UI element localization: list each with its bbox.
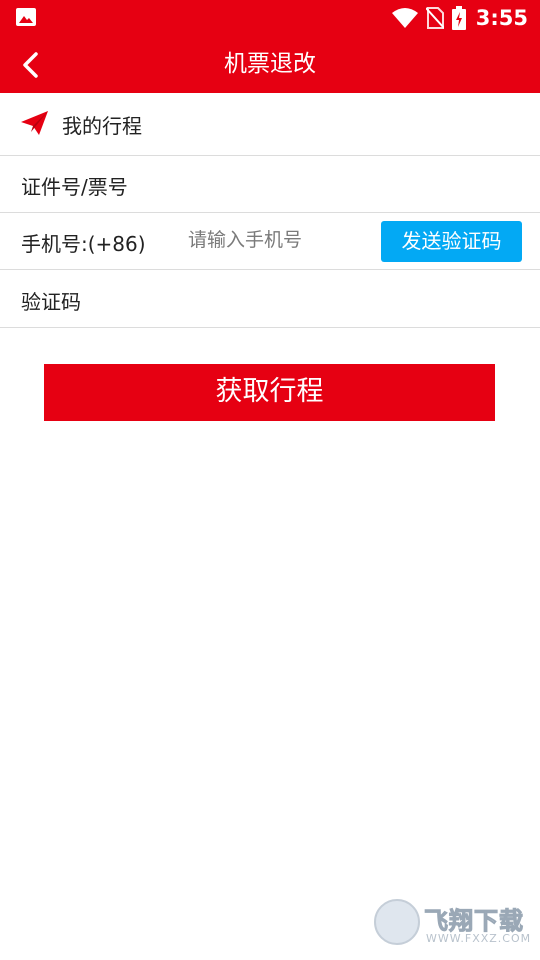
get-trip-button[interactable]: 获取行程 (44, 364, 495, 421)
watermark-logo-icon (374, 899, 420, 945)
verify-code-row[interactable]: 验证码 (0, 270, 540, 328)
page-title: 机票退改 (224, 51, 316, 77)
verify-code-label: 验证码 (21, 290, 81, 314)
battery-charging-icon (451, 6, 466, 30)
phone-row: 手机号:(+86) 发送验证码 (0, 213, 540, 270)
phone-input[interactable] (188, 225, 368, 255)
app-bar: 机票退改 (0, 36, 540, 93)
paper-plane-icon (21, 111, 48, 135)
watermark-url: WWW.FXXZ.COM (426, 932, 532, 945)
status-bar: 3:55 (0, 0, 540, 36)
send-code-button[interactable]: 发送验证码 (381, 221, 522, 262)
image-icon (16, 8, 36, 26)
my-trip-row[interactable]: 我的行程 (0, 93, 540, 156)
watermark: 飞翔下载 WWW.FXXZ.COM (374, 899, 530, 949)
id-ticket-label: 证件号/票号 (21, 175, 128, 199)
wifi-icon (391, 8, 418, 28)
no-sim-icon (425, 7, 444, 29)
my-trip-label: 我的行程 (62, 114, 142, 138)
id-ticket-row[interactable]: 证件号/票号 (0, 156, 540, 213)
watermark-text: 飞翔下载 (424, 907, 524, 936)
status-time: 3:55 (475, 6, 528, 30)
phone-label: 手机号:(+86) (21, 232, 146, 256)
